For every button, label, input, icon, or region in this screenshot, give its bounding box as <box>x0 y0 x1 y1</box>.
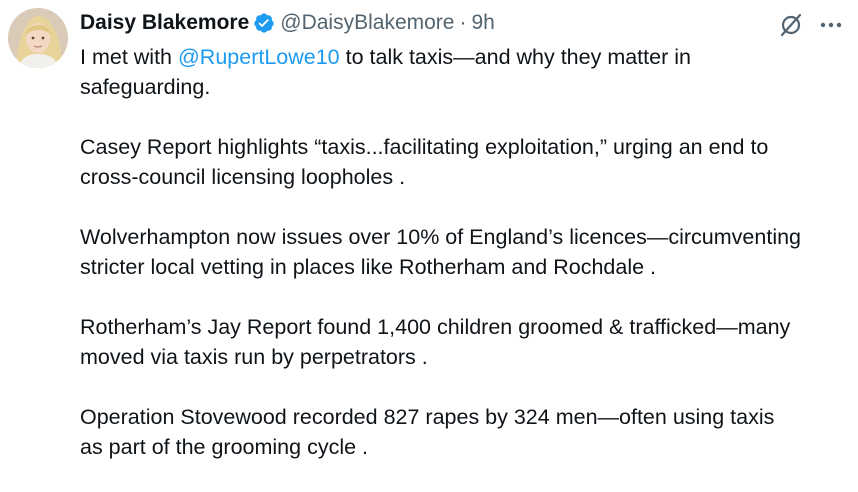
tweet-header: Daisy Blakemore @DaisyBlakemore · 9h <box>80 8 844 38</box>
text-line: moved via taxis run by perpetrators . <box>80 345 428 369</box>
tweet: Daisy Blakemore @DaisyBlakemore · 9h I m… <box>0 0 858 472</box>
text-line: safeguarding. <box>80 75 211 99</box>
text-segment: I met with <box>80 45 178 69</box>
grok-icon[interactable] <box>778 12 804 38</box>
timestamp[interactable]: 9h <box>471 8 494 38</box>
header-actions <box>778 12 844 38</box>
separator-dot: · <box>459 11 467 34</box>
text-line: cross-council licensing loopholes . <box>80 165 406 189</box>
tweet-content: Daisy Blakemore @DaisyBlakemore · 9h I m… <box>80 8 844 492</box>
tweet-text: I met with @RupertLowe10 to talk taxis—a… <box>80 42 844 462</box>
text-line: Rotherham’s Jay Report found 1,400 child… <box>80 315 791 339</box>
display-name[interactable]: Daisy Blakemore <box>80 8 249 38</box>
text-line: Casey Report highlights “taxis...facilit… <box>80 135 769 159</box>
mention-link[interactable]: @RupertLowe10 <box>178 45 340 69</box>
text-line: Operation Stovewood recorded 827 rapes b… <box>80 405 775 429</box>
text-line: I met with @RupertLowe10 to talk taxis—a… <box>80 42 844 72</box>
text-line: Wolverhampton now issues over 10% of Eng… <box>80 225 802 249</box>
more-options-icon[interactable] <box>818 12 844 38</box>
paragraph-intro: I met with @RupertLowe10 to talk taxis—a… <box>80 42 844 102</box>
paragraph-wolverhampton: Wolverhampton now issues over 10% of Eng… <box>80 222 844 282</box>
paragraph-casey: Casey Report highlights “taxis...facilit… <box>80 132 844 192</box>
text-segment: to talk taxis—and why they matter in <box>339 45 691 69</box>
paragraph-stovewood: Operation Stovewood recorded 827 rapes b… <box>80 402 844 462</box>
text-line: stricter local vetting in places like Ro… <box>80 255 657 279</box>
author-handle[interactable]: @DaisyBlakemore <box>280 8 454 38</box>
avatar[interactable] <box>8 8 68 68</box>
verified-badge-icon <box>253 12 275 34</box>
paragraph-rotherham: Rotherham’s Jay Report found 1,400 child… <box>80 312 844 372</box>
text-line: as part of the grooming cycle . <box>80 435 369 459</box>
